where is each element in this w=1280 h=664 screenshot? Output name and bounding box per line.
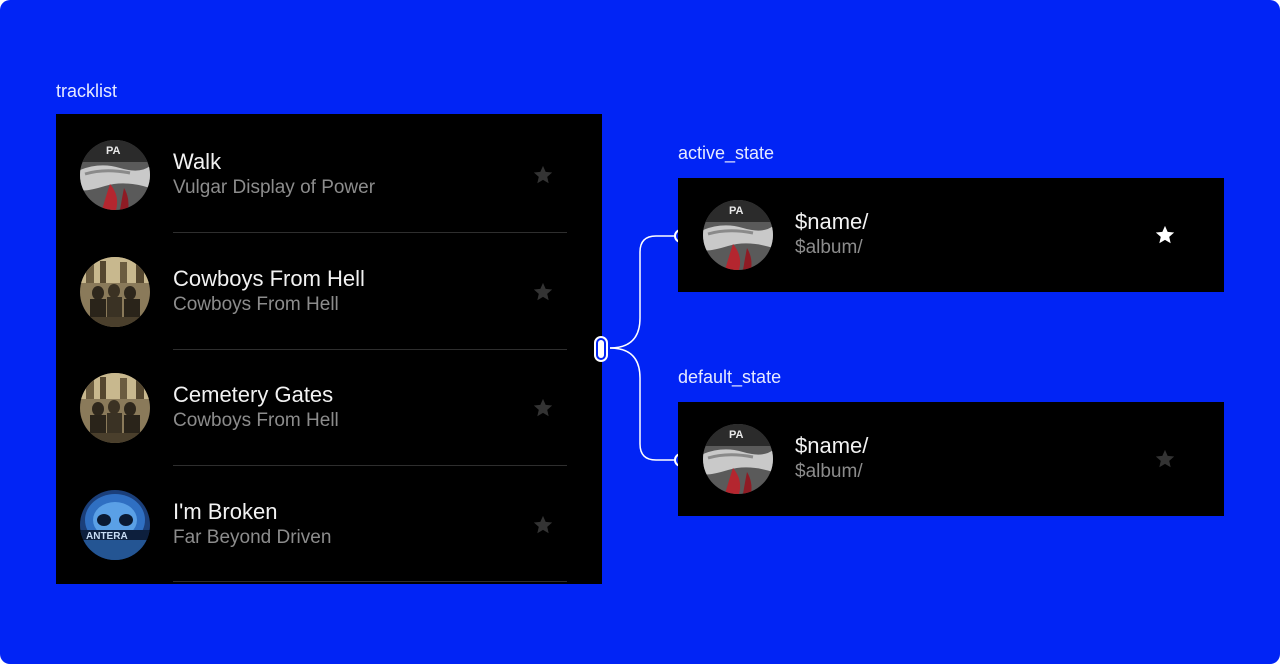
default-state-card[interactable]: $name/ $album/	[678, 402, 1224, 516]
default-state-frame-label: default_state	[678, 367, 782, 387]
track-name-placeholder: $name/	[795, 433, 869, 458]
star-icon[interactable]	[1154, 224, 1176, 246]
active-state-card[interactable]: $name/ $album/	[678, 178, 1224, 292]
fist-cover-icon	[703, 200, 773, 270]
track-album-placeholder: $album/	[795, 237, 863, 258]
variant-connector	[594, 229, 688, 467]
star-icon[interactable]	[1154, 448, 1176, 470]
track-name-placeholder: $name/	[795, 209, 869, 234]
design-canvas: tracklist Walk Vulgar Display of Power C…	[0, 0, 1280, 664]
fist-cover-icon	[703, 424, 773, 494]
track-album-placeholder: $album/	[795, 461, 863, 482]
active-state-frame-label: active_state	[678, 143, 775, 163]
